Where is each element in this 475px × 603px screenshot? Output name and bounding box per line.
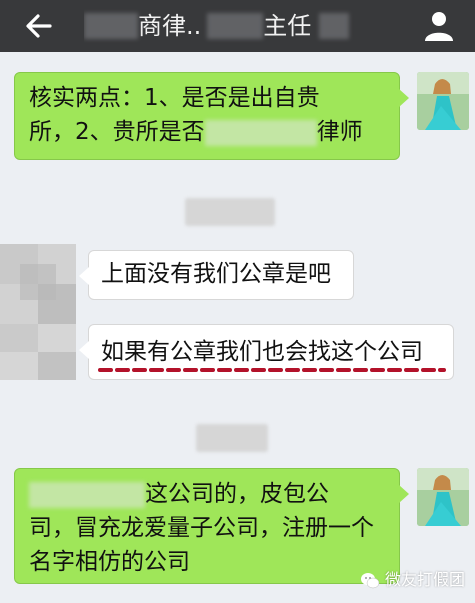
person-icon[interactable]	[421, 8, 457, 44]
message-bubble-incoming[interactable]: 上面没有我们公章是吧	[79, 250, 354, 300]
message-text: 所，2、贵所是否	[29, 119, 205, 145]
chat-title-fragment: 商律..	[138, 12, 202, 40]
message-text: 这公司的，皮包公	[145, 481, 329, 507]
avatar-self[interactable]	[417, 468, 469, 526]
message-line: 核实两点：1、是否是出自贵	[29, 85, 320, 111]
message-text: 上面没有我们公章是吧	[101, 261, 331, 287]
message-line: 所，2、贵所是否 律师	[29, 115, 363, 149]
redaction-blur	[319, 13, 350, 39]
bubble-tail	[399, 485, 409, 503]
avatar-photo	[0, 244, 76, 324]
watermark-text: 微友打假团	[384, 570, 465, 589]
message-text: 律师	[316, 119, 363, 145]
bubble-tail	[79, 341, 89, 359]
timestamp-blurred	[196, 424, 268, 452]
chat-title: 商律.. 主任	[84, 7, 364, 43]
redaction-blur	[84, 13, 138, 39]
redaction-blur	[207, 13, 264, 39]
message-bubble-outgoing[interactable]: 这公司的，皮包公 司，冒充龙爱量子公司，注册一个 名字相仿的公司	[14, 468, 409, 584]
message-line: 司，冒充龙爱量子公司，注册一个	[29, 515, 374, 541]
avatar-photo	[0, 324, 76, 380]
avatar-photo	[417, 72, 469, 130]
message-line: 名字相仿的公司	[29, 549, 190, 575]
redaction-blur	[29, 481, 145, 508]
avatar-contact[interactable]	[0, 244, 76, 324]
redaction-blur	[204, 119, 317, 146]
red-dashed-underline	[98, 368, 446, 372]
avatar-self[interactable]	[417, 72, 469, 130]
bubble-tail	[399, 89, 409, 107]
wechat-icon	[360, 572, 380, 588]
chat-title-suffix: 主任	[263, 12, 312, 40]
back-arrow-icon[interactable]	[22, 9, 56, 43]
chat-header: 商律.. 主任	[0, 0, 475, 52]
avatar-contact-repeat	[0, 324, 76, 380]
watermark: 微友打假团	[360, 569, 465, 591]
timestamp-blurred	[185, 198, 275, 226]
avatar-photo	[417, 468, 469, 526]
message-text: 如果有公章我们也会找这个公司	[101, 339, 423, 365]
message-bubble-outgoing[interactable]: 核实两点：1、是否是出自贵 所，2、贵所是否 律师	[14, 72, 409, 160]
message-line: 这公司的，皮包公	[29, 477, 329, 511]
bubble-tail	[79, 267, 89, 285]
